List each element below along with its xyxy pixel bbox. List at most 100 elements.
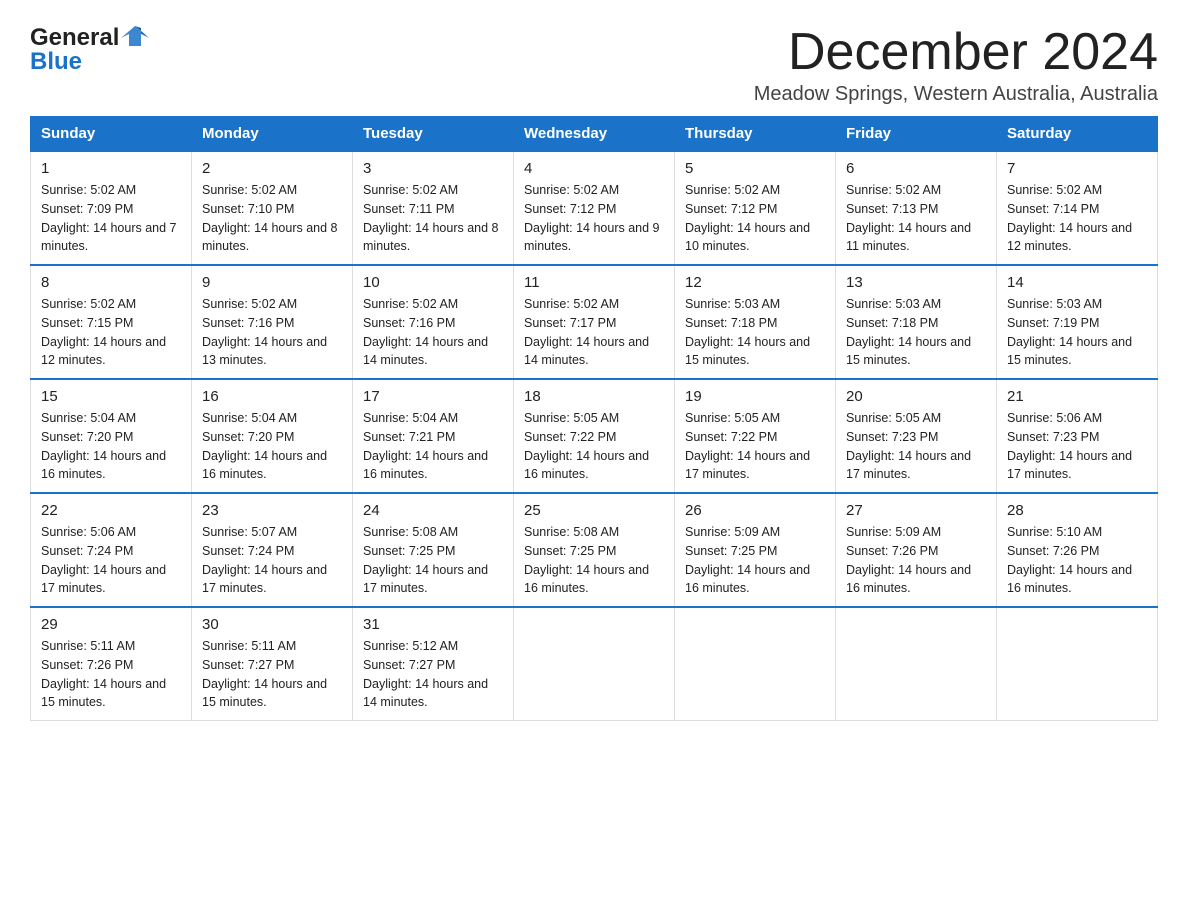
sunset-text: Sunset: 7:25 PM [524,542,664,561]
sunset-text: Sunset: 7:21 PM [363,428,503,447]
daylight-text: Daylight: 14 hours and 14 minutes. [363,333,503,371]
daylight-text: Daylight: 14 hours and 16 minutes. [685,561,825,599]
day-number: 21 [1007,388,1147,405]
daylight-text: Daylight: 14 hours and 9 minutes. [524,219,664,257]
calendar-week-row: 8Sunrise: 5:02 AMSunset: 7:15 PMDaylight… [31,265,1158,379]
day-number: 9 [202,274,342,291]
daylight-text: Daylight: 14 hours and 17 minutes. [846,447,986,485]
calendar-month-title: December 2024 [754,24,1158,81]
daylight-text: Daylight: 14 hours and 14 minutes. [524,333,664,371]
day-info: Sunrise: 5:02 AMSunset: 7:10 PMDaylight:… [202,181,342,256]
sunset-text: Sunset: 7:10 PM [202,200,342,219]
sunrise-text: Sunrise: 5:09 AM [846,523,986,542]
calendar-table: Sunday Monday Tuesday Wednesday Thursday… [30,116,1158,721]
table-row: 25Sunrise: 5:08 AMSunset: 7:25 PMDayligh… [514,493,675,607]
day-info: Sunrise: 5:02 AMSunset: 7:14 PMDaylight:… [1007,181,1147,256]
table-row: 1 Sunrise: 5:02 AMSunset: 7:09 PMDaylight… [31,151,192,265]
table-row: 9Sunrise: 5:02 AMSunset: 7:16 PMDaylight… [192,265,353,379]
daylight-text: Daylight: 14 hours and 15 minutes. [41,675,181,713]
day-info: Sunrise: 5:04 AMSunset: 7:20 PMDaylight:… [202,409,342,484]
sunset-text: Sunset: 7:09 PM [41,200,181,219]
day-number: 24 [363,502,503,519]
day-info: Sunrise: 5:06 AMSunset: 7:24 PMDaylight:… [41,523,181,598]
day-info: Sunrise: 5:02 AMSunset: 7:13 PMDaylight:… [846,181,986,256]
calendar-title-area: December 2024 Meadow Springs, Western Au… [754,24,1158,106]
sunrise-text: Sunrise: 5:04 AM [363,409,503,428]
day-info: Sunrise: 5:11 AMSunset: 7:27 PMDaylight:… [202,637,342,712]
sunset-text: Sunset: 7:20 PM [41,428,181,447]
day-info: Sunrise: 5:03 AMSunset: 7:19 PMDaylight:… [1007,295,1147,370]
day-info: Sunrise: 5:06 AMSunset: 7:23 PMDaylight:… [1007,409,1147,484]
sunrise-text: Sunrise: 5:02 AM [685,181,825,200]
sunset-text: Sunset: 7:27 PM [363,656,503,675]
day-info: Sunrise: 5:05 AMSunset: 7:22 PMDaylight:… [524,409,664,484]
table-row: 16Sunrise: 5:04 AMSunset: 7:20 PMDayligh… [192,379,353,493]
sunrise-text: Sunrise: 5:02 AM [524,295,664,314]
table-row: 10Sunrise: 5:02 AMSunset: 7:16 PMDayligh… [353,265,514,379]
table-row: 20Sunrise: 5:05 AMSunset: 7:23 PMDayligh… [836,379,997,493]
day-number: 18 [524,388,664,405]
sunset-text: Sunset: 7:16 PM [363,314,503,333]
calendar-week-row: 29Sunrise: 5:11 AMSunset: 7:26 PMDayligh… [31,607,1158,721]
table-row: 26Sunrise: 5:09 AMSunset: 7:25 PMDayligh… [675,493,836,607]
table-row [836,607,997,721]
sunset-text: Sunset: 7:17 PM [524,314,664,333]
daylight-text: Daylight: 14 hours and 14 minutes. [363,675,503,713]
daylight-text: Daylight: 14 hours and 12 minutes. [41,333,181,371]
sunrise-text: Sunrise: 5:02 AM [524,181,664,200]
sunrise-text: Sunrise: 5:05 AM [685,409,825,428]
sunrise-text: Sunrise: 5:06 AM [1007,409,1147,428]
day-number: 31 [363,616,503,633]
sunrise-text: Sunrise: 5:02 AM [363,295,503,314]
sunset-text: Sunset: 7:18 PM [685,314,825,333]
sunrise-text: Sunrise: 5:07 AM [202,523,342,542]
day-info: Sunrise: 5:05 AMSunset: 7:23 PMDaylight:… [846,409,986,484]
sunrise-text: Sunrise: 5:08 AM [363,523,503,542]
sunset-text: Sunset: 7:26 PM [1007,542,1147,561]
sunset-text: Sunset: 7:20 PM [202,428,342,447]
sunset-text: Sunset: 7:22 PM [685,428,825,447]
day-info: Sunrise: 5:09 AMSunset: 7:25 PMDaylight:… [685,523,825,598]
daylight-text: Daylight: 14 hours and 15 minutes. [685,333,825,371]
sunrise-text: Sunrise: 5:02 AM [1007,181,1147,200]
calendar-week-row: 1Sunrise: 5:02 AMSunset: 7:09 PMDaylight… [31,151,1158,265]
table-row: 19Sunrise: 5:05 AMSunset: 7:22 PMDayligh… [675,379,836,493]
day-number: 1 [41,160,181,177]
daylight-text: Daylight: 14 hours and 17 minutes. [41,561,181,599]
day-number: 19 [685,388,825,405]
sunset-text: Sunset: 7:12 PM [685,200,825,219]
sunrise-text: Sunrise: 5:04 AM [41,409,181,428]
table-row: 8Sunrise: 5:02 AMSunset: 7:15 PMDaylight… [31,265,192,379]
logo: General Blue [30,24,149,76]
table-row: 18 Sunrise: 5:05 AMSunset: 7:22 PMDayligh… [514,379,675,493]
sunrise-text: Sunrise: 5:12 AM [363,637,503,656]
table-row [997,607,1158,721]
table-row: 31 Sunrise: 5:12 AMSunset: 7:27 PMDayligh… [353,607,514,721]
table-row: 12Sunrise: 5:03 AMSunset: 7:18 PMDayligh… [675,265,836,379]
table-row: 2Sunrise: 5:02 AMSunset: 7:10 PMDaylight… [192,151,353,265]
day-info: Sunrise: 5:09 AMSunset: 7:26 PMDaylight:… [846,523,986,598]
logo-blue: Blue [30,48,82,75]
day-info: Sunrise: 5:02 AMSunset: 7:09 PMDaylight:… [41,181,181,256]
sunset-text: Sunset: 7:11 PM [363,200,503,219]
sunrise-text: Sunrise: 5:02 AM [363,181,503,200]
sunset-text: Sunset: 7:19 PM [1007,314,1147,333]
sunrise-text: Sunrise: 5:02 AM [41,181,181,200]
col-header-sunday: Sunday [31,117,192,152]
sunset-text: Sunset: 7:12 PM [524,200,664,219]
day-info: Sunrise: 5:04 AMSunset: 7:20 PMDaylight:… [41,409,181,484]
day-number: 7 [1007,160,1147,177]
sunrise-text: Sunrise: 5:03 AM [1007,295,1147,314]
col-header-saturday: Saturday [997,117,1158,152]
sunset-text: Sunset: 7:23 PM [1007,428,1147,447]
daylight-text: Daylight: 14 hours and 17 minutes. [363,561,503,599]
day-number: 23 [202,502,342,519]
daylight-text: Daylight: 14 hours and 16 minutes. [1007,561,1147,599]
daylight-text: Daylight: 14 hours and 8 minutes. [202,219,342,257]
daylight-text: Daylight: 14 hours and 13 minutes. [202,333,342,371]
table-row: 17Sunrise: 5:04 AMSunset: 7:21 PMDayligh… [353,379,514,493]
daylight-text: Daylight: 14 hours and 16 minutes. [524,447,664,485]
logo-bird-icon [121,24,149,48]
table-row: 24Sunrise: 5:08 AMSunset: 7:25 PMDayligh… [353,493,514,607]
day-info: Sunrise: 5:04 AMSunset: 7:21 PMDaylight:… [363,409,503,484]
